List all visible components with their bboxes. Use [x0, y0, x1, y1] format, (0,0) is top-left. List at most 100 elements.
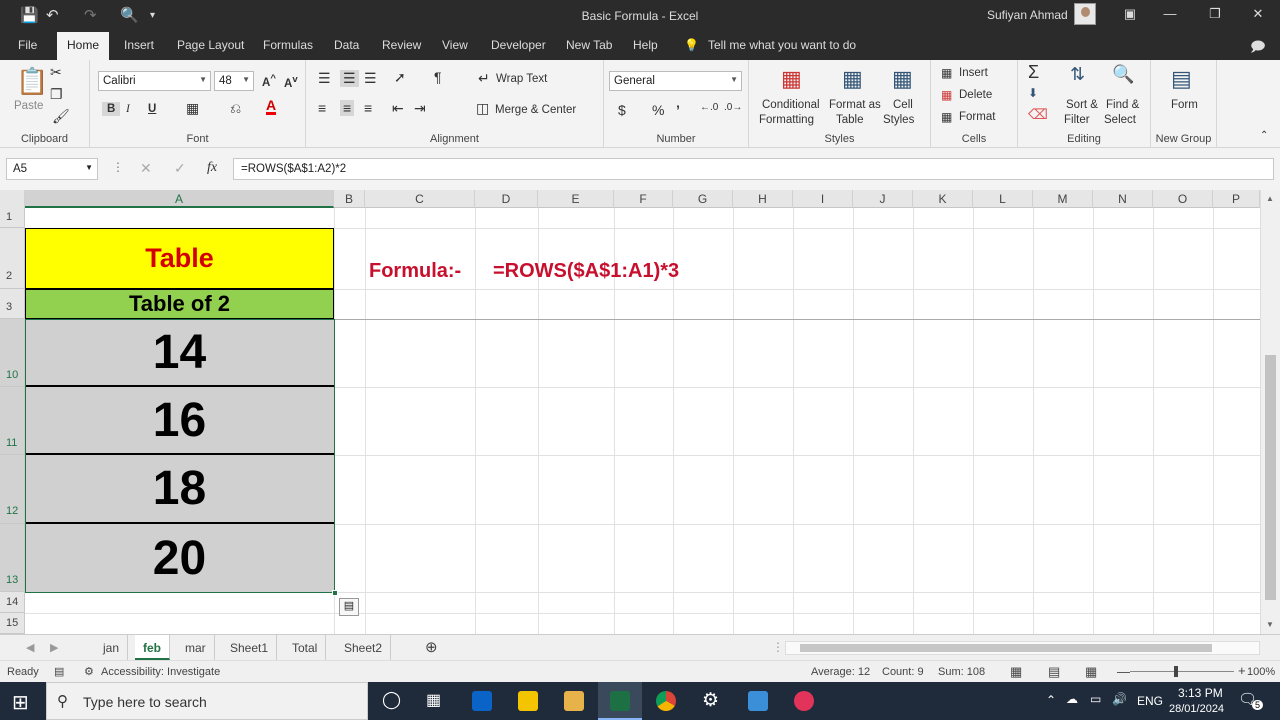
- format-cells-icon[interactable]: ▦: [941, 110, 952, 124]
- accessibility-status[interactable]: Accessibility: Investigate: [101, 666, 220, 678]
- cell-styles-label-2[interactable]: Styles: [883, 114, 914, 126]
- find-select-label-2[interactable]: Select: [1104, 114, 1136, 126]
- row-header-12[interactable]: 12: [0, 455, 25, 524]
- quick-analysis-icon[interactable]: ▤: [339, 598, 359, 616]
- close-button[interactable]: ✕: [1248, 6, 1268, 22]
- windows-start-icon[interactable]: ⊞: [12, 690, 29, 715]
- delete-cells-icon[interactable]: ▦: [941, 88, 952, 102]
- find-select-icon[interactable]: 🔍: [1112, 64, 1134, 85]
- column-header-c[interactable]: C: [365, 190, 475, 208]
- clock-time[interactable]: 3:13 PM: [1178, 686, 1223, 700]
- cell-a3-subtitle[interactable]: Table of 2: [25, 289, 334, 319]
- column-header-m[interactable]: M: [1033, 190, 1093, 208]
- autosum-icon[interactable]: Σ: [1028, 62, 1039, 83]
- insert-cells-icon[interactable]: ▦: [941, 66, 952, 80]
- normal-view-icon[interactable]: ▦: [1010, 664, 1022, 680]
- increase-indent-icon[interactable]: ⇥: [414, 100, 426, 117]
- underline-button[interactable]: U: [148, 103, 156, 115]
- form-icon[interactable]: ▤: [1171, 66, 1192, 92]
- formula-label[interactable]: Formula:-: [369, 260, 461, 283]
- tab-help[interactable]: Help: [633, 38, 658, 52]
- formula-text[interactable]: =ROWS($A$1:A1)*3: [493, 260, 679, 283]
- scroll-down-icon[interactable]: ▼: [1266, 620, 1274, 629]
- align-bottom-icon[interactable]: ☰: [364, 70, 377, 87]
- column-header-b[interactable]: B: [334, 190, 365, 208]
- format-painter-icon[interactable]: 🖌: [52, 108, 70, 125]
- store-icon[interactable]: [748, 691, 768, 711]
- increase-decimal-icon[interactable]: ←.0: [700, 102, 718, 113]
- sheet-tab-mar[interactable]: mar: [177, 635, 215, 660]
- text-direction-icon[interactable]: ¶: [434, 69, 442, 85]
- copy-icon[interactable]: ❐: [50, 86, 63, 103]
- column-header-d[interactable]: D: [475, 190, 538, 208]
- decrease-indent-icon[interactable]: ⇤: [392, 100, 404, 117]
- tab-home[interactable]: Home: [57, 32, 110, 60]
- column-header-i[interactable]: I: [793, 190, 853, 208]
- language-indicator[interactable]: ENG: [1137, 694, 1163, 708]
- comma-button[interactable]: ’: [676, 102, 680, 118]
- page-layout-view-icon[interactable]: ▤: [1048, 664, 1060, 680]
- wrap-text-button[interactable]: Wrap Text: [496, 73, 547, 85]
- scroll-up-icon[interactable]: ▲: [1266, 194, 1274, 203]
- enter-icon[interactable]: ✓: [174, 160, 186, 177]
- column-header-o[interactable]: O: [1153, 190, 1213, 208]
- conditional-formatting-icon[interactable]: ▦: [781, 66, 802, 92]
- column-header-e[interactable]: E: [538, 190, 614, 208]
- conditional-formatting-label-1[interactable]: Conditional: [762, 99, 820, 111]
- column-header-l[interactable]: L: [973, 190, 1033, 208]
- row-header-13[interactable]: 13: [0, 524, 25, 592]
- bold-button[interactable]: B: [102, 102, 121, 116]
- align-right-icon[interactable]: ≡: [364, 100, 372, 116]
- tab-new-tab[interactable]: New Tab: [566, 38, 612, 52]
- borders-icon[interactable]: ▦: [186, 100, 199, 117]
- grow-font-icon[interactable]: A^: [262, 73, 276, 89]
- form-button[interactable]: Form: [1171, 99, 1198, 111]
- hscroll-thumb[interactable]: [800, 644, 1212, 652]
- cell-styles-icon[interactable]: ▦: [892, 66, 913, 92]
- fill-handle[interactable]: [332, 590, 338, 596]
- add-sheet-icon[interactable]: ⊕: [425, 638, 438, 656]
- cell-a2-title[interactable]: Table: [25, 228, 334, 289]
- collapse-ribbon-icon[interactable]: ⌃: [1260, 130, 1268, 141]
- formula-input[interactable]: =ROWS($A$1:A2)*2: [233, 158, 1274, 180]
- accessibility-icon[interactable]: ⚙: [84, 665, 94, 678]
- format-cells-button[interactable]: Format: [959, 111, 995, 123]
- sheet-tab-total[interactable]: Total: [284, 635, 327, 660]
- tab-insert[interactable]: Insert: [124, 38, 154, 52]
- row-header-15[interactable]: 15: [0, 613, 25, 634]
- task-view-icon[interactable]: ◯: [382, 690, 401, 710]
- delete-cells-button[interactable]: Delete: [959, 89, 992, 101]
- fill-icon[interactable]: ⬇: [1028, 86, 1038, 100]
- orientation-icon[interactable]: ➚: [394, 69, 406, 86]
- sheet-tab-jan[interactable]: jan: [95, 635, 129, 660]
- status-count[interactable]: Count: 9: [882, 666, 924, 678]
- outlook-icon[interactable]: [472, 691, 492, 711]
- conditional-formatting-label-2[interactable]: Formatting: [759, 114, 814, 126]
- merge-center-button[interactable]: Merge & Center: [495, 104, 576, 116]
- column-header-f[interactable]: F: [614, 190, 673, 208]
- tab-developer[interactable]: Developer: [491, 38, 546, 52]
- percent-button[interactable]: %: [652, 102, 664, 118]
- vertical-scrollbar[interactable]: ▲ ▼: [1260, 190, 1280, 634]
- tab-data[interactable]: Data: [334, 38, 359, 52]
- decrease-decimal-icon[interactable]: .0→: [724, 102, 742, 113]
- row-header-11[interactable]: 11: [0, 387, 25, 455]
- macro-record-icon[interactable]: ▤: [54, 665, 64, 678]
- zoom-level[interactable]: 100%: [1247, 666, 1275, 678]
- taskbar-search[interactable]: ⚲ Type here to search: [46, 682, 368, 720]
- font-size-combo[interactable]: 48 ▼: [214, 71, 254, 91]
- column-header-n[interactable]: N: [1093, 190, 1153, 208]
- align-top-icon[interactable]: ☰: [318, 70, 331, 87]
- sheet-tab-sheet1[interactable]: Sheet1: [222, 635, 278, 660]
- tell-me-search[interactable]: Tell me what you want to do: [708, 38, 856, 52]
- number-format-combo[interactable]: General ▼: [609, 71, 742, 91]
- page-break-view-icon[interactable]: ▦: [1085, 664, 1097, 680]
- user-name[interactable]: Sufiyan Ahmad: [987, 8, 1068, 22]
- settings-gear-icon[interactable]: ⚙: [702, 689, 719, 712]
- sort-filter-icon[interactable]: ⇅: [1070, 64, 1085, 85]
- status-average[interactable]: Average: 12: [811, 666, 870, 678]
- status-sum[interactable]: Sum: 108: [938, 666, 985, 678]
- widgets-icon[interactable]: ▦: [426, 690, 441, 710]
- comments-icon[interactable]: 🗩: [1250, 36, 1266, 60]
- format-as-table-label-2[interactable]: Table: [836, 114, 864, 126]
